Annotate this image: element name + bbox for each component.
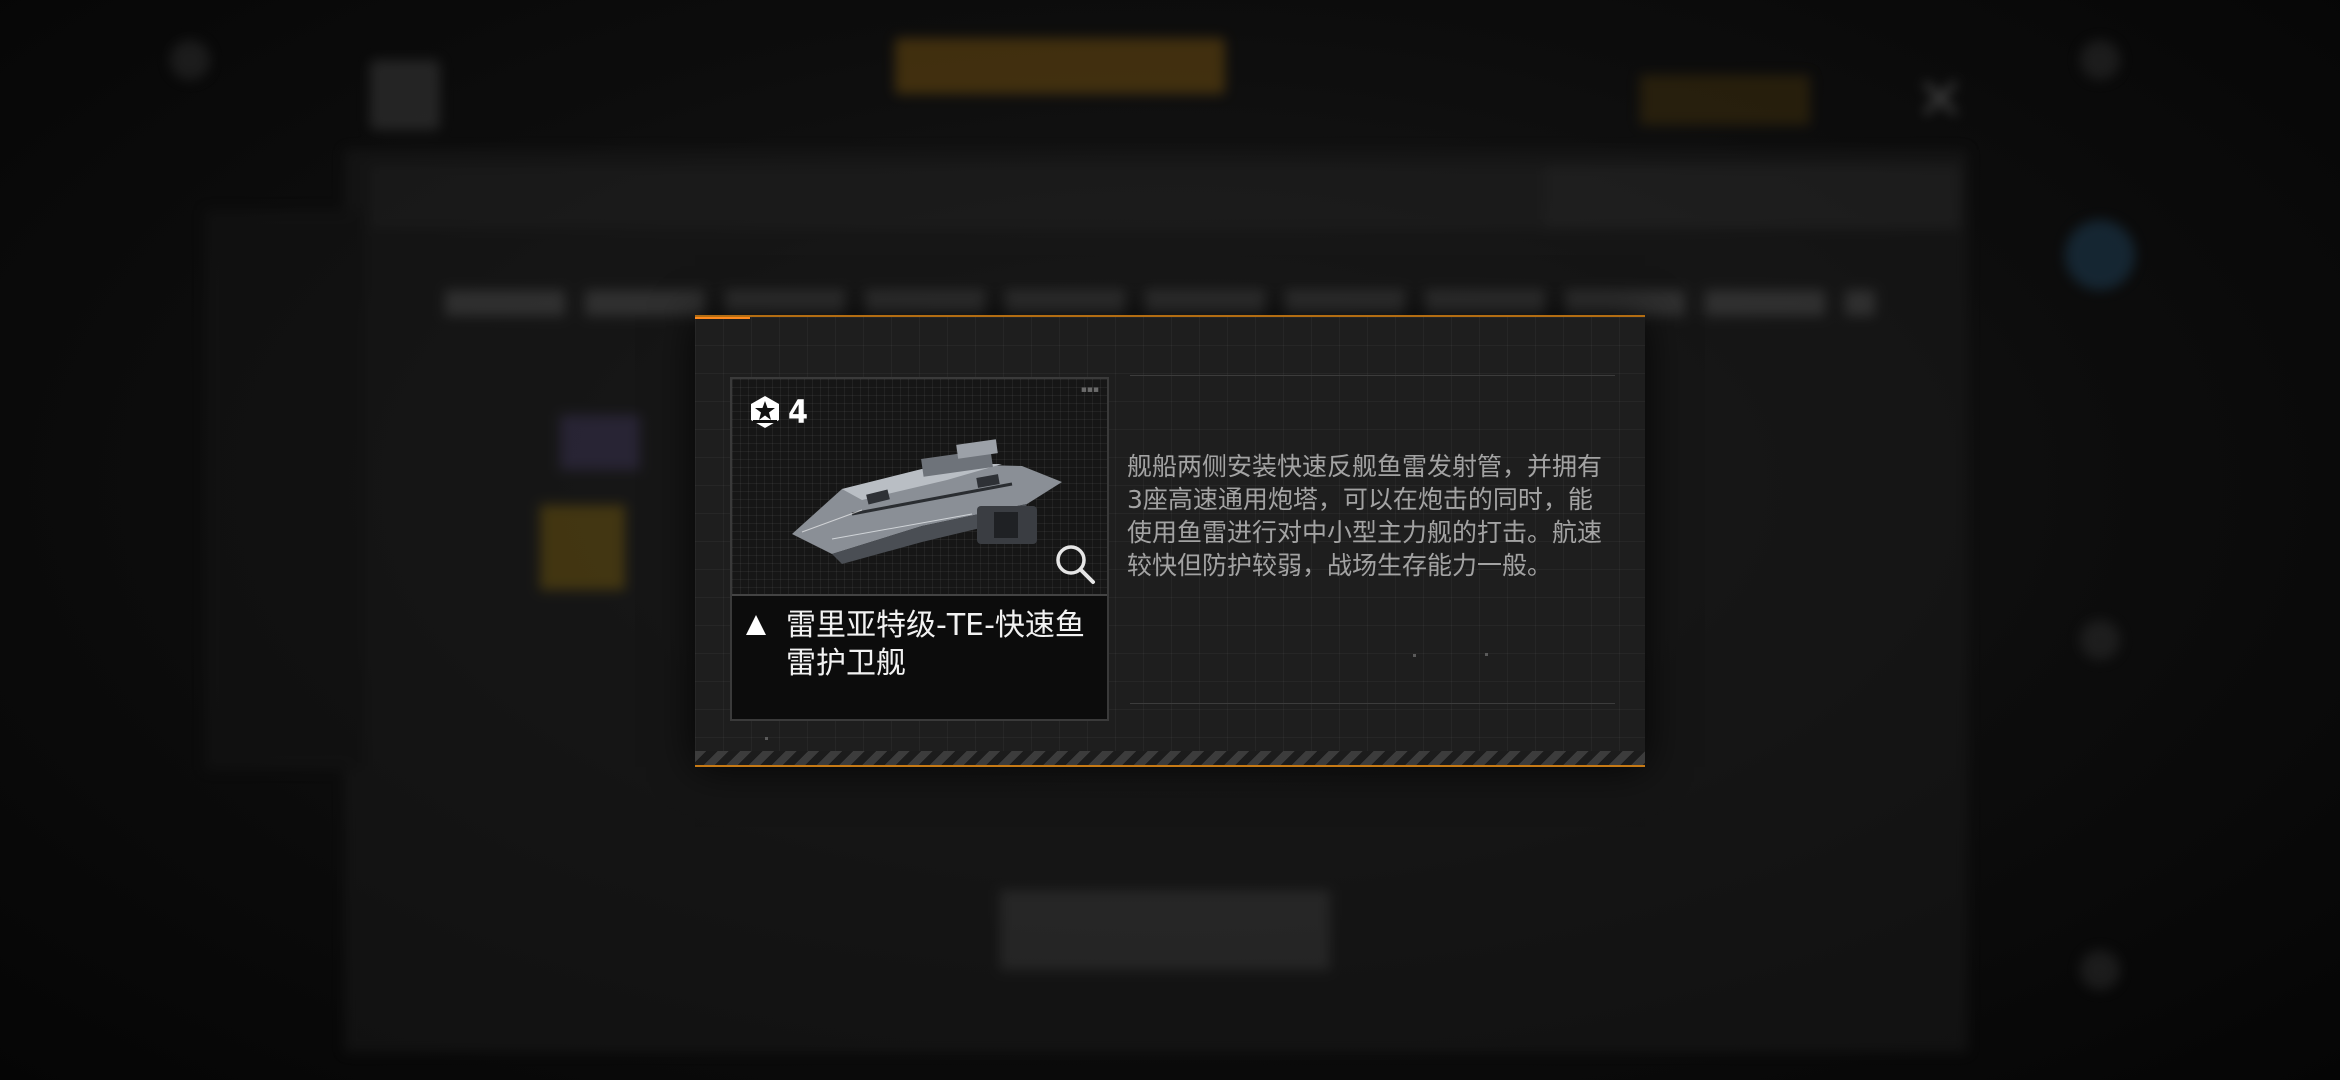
star-emblem-icon — [751, 396, 779, 428]
tier-badge: 4 — [748, 393, 808, 431]
background-teal-icon — [2065, 220, 2135, 290]
triangle-class-icon — [746, 615, 766, 635]
magnify-icon[interactable] — [1053, 542, 1097, 586]
background-text-line — [445, 290, 1875, 316]
modal-hatch-strip — [695, 751, 1645, 765]
modal-accent-bar — [695, 317, 750, 319]
background-left-column — [205, 210, 365, 770]
background-yellow-item — [540, 505, 625, 590]
tier-number: 4 — [788, 393, 809, 431]
background-purple-item — [560, 415, 640, 470]
decorative-dot — [765, 737, 768, 740]
decorative-dot — [1413, 654, 1416, 657]
ship-name: 雷里亚特级-TE-快速鱼雷护卫舰 — [786, 608, 1085, 681]
background-header-icon — [370, 60, 440, 130]
screen: ✕ 4 ▪▪▪ 雷里亚特级-TE-快速鱼雷护卫舰 舰船两侧安装快速反舰鱼雷发射管… — [0, 0, 2340, 1080]
ship-image[interactable]: 4 ▪▪▪ — [732, 379, 1107, 596]
image-tag: ▪▪▪ — [1080, 385, 1099, 395]
background-gold-banner — [895, 38, 1225, 94]
ship-description: 舰船两侧安装快速反舰鱼雷发射管，并拥有3座高速通用炮塔，可以在炮击的同时，能使用… — [1127, 452, 1603, 580]
divider — [1130, 375, 1615, 376]
decorative-dot — [1485, 653, 1488, 656]
divider — [1130, 703, 1615, 704]
ship-render — [792, 439, 1062, 564]
ship-card: 4 ▪▪▪ 雷里亚特级-TE-快速鱼雷护卫舰 — [730, 377, 1109, 721]
close-icon[interactable]: ✕ — [1915, 70, 1965, 130]
background-confirm-button — [1000, 890, 1330, 970]
background-search — [1545, 165, 1960, 229]
ship-detail-modal: 4 ▪▪▪ 雷里亚特级-TE-快速鱼雷护卫舰 舰船两侧安装快速反舰鱼雷发射管，并… — [695, 315, 1645, 767]
background-gold-button — [1640, 75, 1810, 125]
